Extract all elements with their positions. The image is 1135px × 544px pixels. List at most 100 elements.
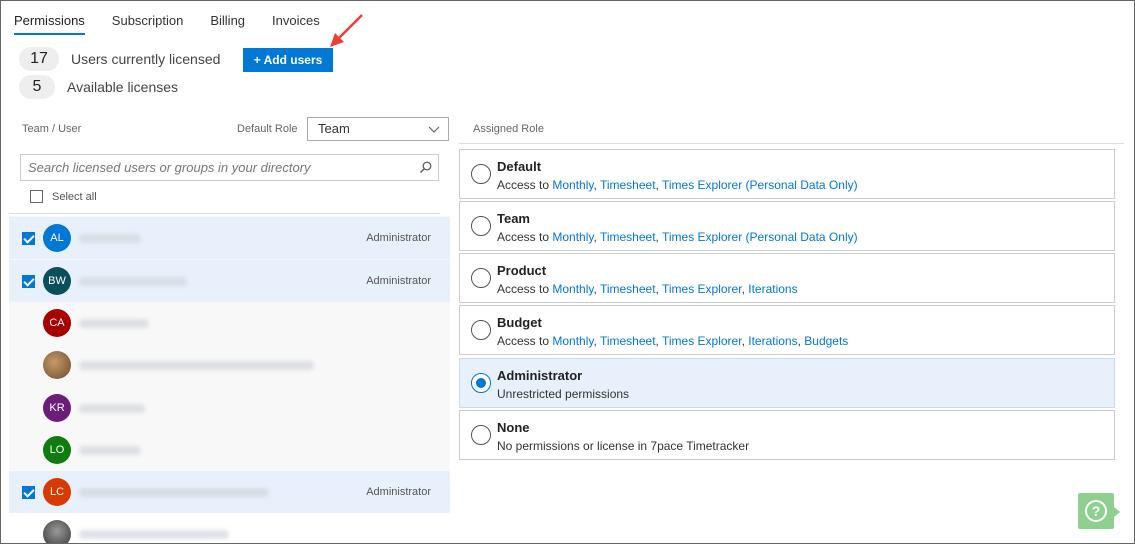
licensed-count-label: Users currently licensed [71, 51, 221, 67]
select-all[interactable]: Select all [21, 190, 97, 203]
role-title: Product [497, 263, 547, 278]
role-option-team[interactable]: Team Access to Monthly, Timesheet, Times… [459, 201, 1115, 251]
role-radio[interactable] [471, 373, 491, 393]
available-count-label: Available licenses [67, 79, 179, 95]
role-radio[interactable] [471, 425, 491, 445]
tab-billing[interactable]: Billing [210, 13, 245, 35]
search-input[interactable]: Search licensed users or groups in your … [20, 154, 439, 181]
link-times-explorer[interactable]: Times Explorer (Personal Data Only) [662, 230, 858, 244]
help-button[interactable]: ? [1078, 493, 1120, 529]
table-row[interactable]: AL Administrator [9, 217, 450, 259]
role-option-default[interactable]: Default Access to Monthly, Timesheet, Ti… [459, 149, 1115, 199]
chevron-down-icon [428, 126, 440, 133]
select-all-label: Select all [52, 190, 97, 203]
link-iterations[interactable]: Iterations [748, 334, 797, 348]
table-row[interactable]: BW Administrator [9, 260, 450, 302]
available-licenses-row: 5 Available licenses [19, 75, 178, 99]
role-option-product[interactable]: Product Access to Monthly, Timesheet, Ti… [459, 253, 1115, 303]
avatar: KR [43, 394, 71, 422]
role-desc-prefix: Access to [497, 178, 553, 192]
role-desc: Unrestricted permissions [497, 387, 630, 401]
row-checkbox[interactable] [22, 486, 35, 499]
default-role-select[interactable]: Team [307, 117, 449, 141]
help-pointer [1114, 507, 1120, 517]
role-radio[interactable] [471, 268, 491, 288]
row-checkbox[interactable] [22, 232, 35, 245]
licensed-count-badge: 17 [19, 47, 59, 71]
link-monthly[interactable]: Monthly [552, 230, 593, 244]
user-role: Administrator [366, 275, 431, 287]
avatar: LO [43, 436, 71, 464]
link-times-explorer[interactable]: Times Explorer [662, 282, 742, 296]
avatar: AL [43, 224, 71, 252]
user-role: Administrator [366, 232, 431, 244]
table-row[interactable]: CA [9, 302, 450, 344]
help-icon: ? [1085, 500, 1107, 522]
app-window: Permissions Subscription Billing Invoice… [0, 0, 1135, 544]
role-option-none[interactable]: None No permissions or license in 7pace … [459, 410, 1115, 460]
divider [459, 143, 1124, 144]
user-name-redacted [79, 361, 314, 370]
link-timesheet[interactable]: Timesheet [600, 282, 656, 296]
avatar [43, 351, 71, 379]
select-all-checkbox[interactable] [30, 190, 43, 203]
role-option-administrator[interactable]: Administrator Unrestricted permissions [459, 358, 1115, 408]
link-times-explorer[interactable]: Times Explorer [662, 334, 742, 348]
tab-subscription[interactable]: Subscription [112, 13, 184, 35]
avatar [43, 520, 71, 543]
role-desc-prefix: Access to [497, 334, 553, 348]
default-role-label: Default Role [237, 123, 298, 135]
user-name-redacted [79, 446, 141, 455]
user-name-redacted [79, 530, 229, 539]
link-timesheet[interactable]: Timesheet [600, 178, 656, 192]
user-name-redacted [79, 488, 269, 497]
link-budgets[interactable]: Budgets [804, 334, 848, 348]
user-name-redacted [79, 277, 187, 286]
role-radio[interactable] [471, 216, 491, 236]
team-user-header: Team / User [22, 123, 82, 135]
role-title: Administrator [497, 368, 583, 383]
assigned-role-header: Assigned Role [473, 123, 544, 135]
search-placeholder: Search licensed users or groups in your … [28, 160, 311, 175]
link-timesheet[interactable]: Timesheet [600, 230, 656, 244]
licensed-users-row: 17 Users currently licensed [19, 47, 220, 71]
search-icon[interactable] [419, 161, 432, 174]
role-desc-prefix: Access to [497, 230, 553, 244]
role-desc: Access to Monthly, Timesheet, Times Expl… [497, 334, 849, 348]
user-role: Administrator [366, 486, 431, 498]
table-row[interactable]: LC Administrator [9, 471, 450, 513]
row-checkbox[interactable] [22, 275, 35, 288]
table-row[interactable] [9, 344, 450, 386]
user-name-redacted [79, 404, 145, 413]
role-radio[interactable] [471, 164, 491, 184]
link-times-explorer[interactable]: Times Explorer (Personal Data Only) [662, 178, 858, 192]
link-iterations[interactable]: Iterations [748, 282, 797, 296]
available-count-badge: 5 [19, 75, 55, 99]
divider [9, 213, 440, 214]
link-monthly[interactable]: Monthly [552, 334, 593, 348]
annotation-arrow-icon [330, 14, 363, 47]
add-users-button[interactable]: + Add users [243, 48, 333, 72]
role-desc: Access to Monthly, Timesheet, Times Expl… [497, 230, 858, 244]
link-timesheet[interactable]: Timesheet [600, 334, 656, 348]
role-desc-prefix: Access to [497, 282, 553, 296]
role-desc: Access to Monthly, Timesheet, Times Expl… [497, 282, 798, 296]
user-list: AL Administrator BW Administrator CA KR … [9, 216, 450, 543]
tab-bar: Permissions Subscription Billing Invoice… [14, 13, 347, 35]
role-title: None [497, 420, 530, 435]
default-role-value: Team [318, 121, 350, 136]
tab-invoices[interactable]: Invoices [272, 13, 320, 35]
link-monthly[interactable]: Monthly [552, 178, 593, 192]
role-title: Default [497, 159, 542, 174]
tab-permissions[interactable]: Permissions [14, 13, 85, 35]
link-monthly[interactable]: Monthly [552, 282, 593, 296]
avatar: CA [43, 309, 71, 337]
role-option-budget[interactable]: Budget Access to Monthly, Timesheet, Tim… [459, 305, 1115, 355]
table-row[interactable]: KR [9, 387, 450, 429]
role-desc: Access to Monthly, Timesheet, Times Expl… [497, 178, 858, 192]
role-radio[interactable] [471, 320, 491, 340]
avatar: LC [43, 478, 71, 506]
role-title: Budget [497, 315, 542, 330]
table-row[interactable]: LO [9, 429, 450, 471]
table-row[interactable] [9, 513, 450, 543]
